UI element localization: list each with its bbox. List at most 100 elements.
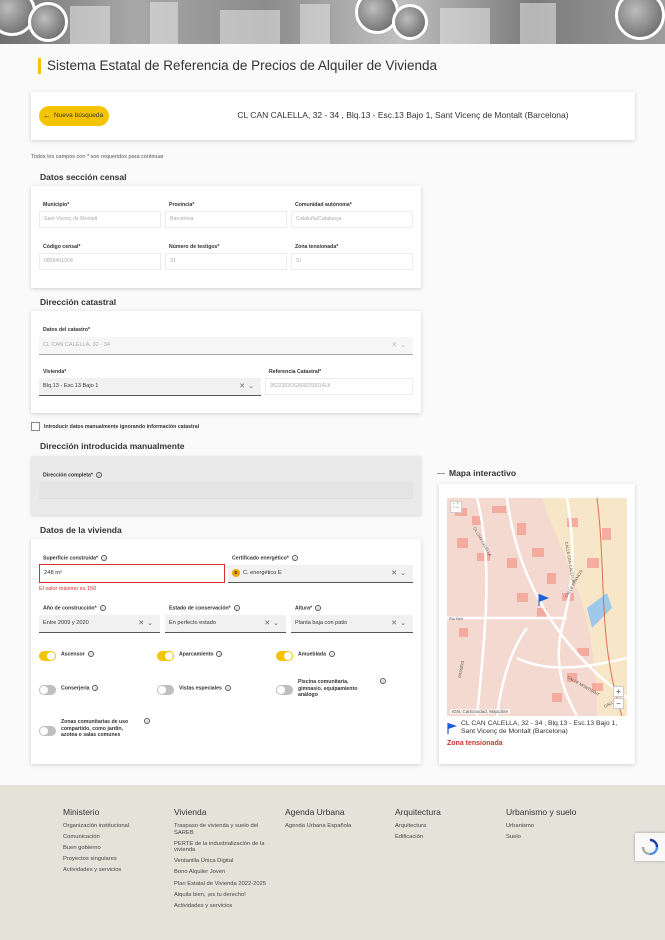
help-icon[interactable]: ? (233, 605, 240, 611)
footer-column-arquitectura: Arquitectura Arquitectura Edificación (395, 807, 505, 845)
help-icon[interactable]: ? (328, 651, 335, 657)
chevron-down-icon[interactable]: ⌄ (273, 620, 282, 627)
map-tiles: CL CAN CALELLA CALLE CAN CALELLA CALLE F… (447, 498, 627, 716)
clear-icon[interactable]: ✕ (391, 342, 400, 349)
map-attribution[interactable]: IGN, Cartociudad, MapLibre (450, 709, 511, 714)
selected-address: CL CAN CALELLA, 32 - 34 , Blq.13 - Esc.1… (237, 110, 569, 120)
footer-link[interactable]: Urbanismo (506, 823, 616, 830)
census-section-title: Datos sección censal (40, 172, 127, 182)
ascensor-toggle[interactable] (39, 651, 56, 661)
housing-card: Superficie construida* ? 248 m² El valor… (31, 539, 421, 764)
aparcamiento-toggle[interactable] (157, 651, 174, 661)
map-title-line (437, 473, 445, 474)
clear-icon[interactable]: ✕ (391, 570, 400, 577)
chevron-down-icon[interactable]: ⌄ (400, 620, 409, 627)
zoom-out-button[interactable]: − (613, 698, 624, 709)
certificado-value: C. energético E (243, 570, 282, 576)
footer-link[interactable]: Organización institucional (63, 823, 173, 830)
direccion-completa-input[interactable] (39, 482, 413, 499)
vistas-toggle[interactable] (157, 685, 174, 695)
footer-link[interactable]: Edificación (395, 834, 505, 841)
referencia-label: Referencia Catastral* (269, 369, 322, 375)
footer-column-urbanismo: Urbanismo y suelo Urbanismo Suelo (506, 807, 616, 845)
help-icon[interactable]: ? (87, 651, 94, 657)
footer-link[interactable]: Ventanilla Única Digital (174, 858, 274, 865)
manual-address-card: Dirección completa* ? (31, 456, 421, 515)
chevron-down-icon[interactable]: ⌄ (248, 383, 257, 390)
zonas-comunitarias-toggle[interactable] (39, 726, 56, 736)
help-icon[interactable]: ? (314, 605, 321, 611)
footer-heading: Agenda Urbana (285, 807, 345, 817)
new-search-label: Nueva búsqueda (54, 112, 104, 119)
footer-link[interactable]: Plan Estatal de Vivienda 2022-2025 (174, 881, 274, 888)
footer-link[interactable]: Traspaso de vivienda y suelo del SAREB (174, 823, 274, 836)
recaptcha-badge[interactable] (635, 833, 665, 861)
amueblada-label: Amueblada ? (298, 651, 335, 658)
help-icon[interactable]: ? (216, 651, 223, 657)
help-icon[interactable]: ? (291, 555, 298, 561)
vistas-label: Vistas especiales ? (179, 685, 231, 692)
conserjeria-toggle[interactable] (39, 685, 56, 695)
footer-link[interactable]: Comunicación (63, 834, 173, 841)
footer-link[interactable]: Arquitectura (395, 823, 505, 830)
census-card: Municipio* Sant Vicenç de Montalt Provin… (31, 186, 421, 288)
help-icon[interactable]: ? (224, 685, 231, 691)
estado-label: Estado de conservación* ? (169, 605, 240, 612)
provincia-label: Provincia* (169, 202, 195, 208)
map-address: CL CAN CALELLA, 32 - 34 , Blq.13 - Esc.1… (461, 720, 618, 735)
footer-link[interactable]: PERTE de la industrialización de la vivi… (174, 841, 274, 854)
clear-icon[interactable]: ✕ (138, 620, 147, 627)
help-icon[interactable]: ? (99, 605, 106, 611)
amueblada-toggle[interactable] (276, 651, 293, 661)
testigos-label: Número de testigos* (169, 244, 220, 250)
estado-select[interactable]: En perfecto estado ✕⌄ (165, 615, 286, 633)
footer-heading: Arquitectura (395, 807, 441, 817)
help-icon[interactable]: ? (144, 718, 150, 724)
footer-link[interactable]: Buen gobierno (63, 845, 173, 852)
help-icon[interactable]: ? (100, 555, 107, 561)
address-search-card: ← Nueva búsqueda CL CAN CALELLA, 32 - 34… (31, 92, 635, 140)
fullscreen-icon[interactable]: ⛶ (450, 501, 462, 513)
help-icon[interactable]: ? (95, 472, 102, 478)
footer-link[interactable]: Suelo (506, 834, 616, 841)
clear-icon[interactable]: ✕ (391, 620, 400, 627)
manual-entry-checkbox[interactable] (31, 422, 40, 431)
datos-catastro-value: CL CAN CALELLA, 32 - 34 (43, 342, 110, 348)
anio-value: Entre 2009 y 2020 (43, 620, 89, 626)
conserjeria-label: Conserjería ? (61, 685, 99, 692)
datos-catastro-select[interactable]: CL CAN CALELLA, 32 - 34 ✕⌄ (39, 337, 413, 355)
footer-link[interactable]: Bono Alquiler Joven (174, 869, 274, 876)
new-search-button[interactable]: ← Nueva búsqueda (39, 106, 110, 126)
testigos-field: 31 (165, 253, 287, 270)
interactive-map[interactable]: CL CAN CALELLA CALLE CAN CALELLA CALLE F… (447, 498, 627, 716)
superficie-input[interactable]: 248 m² (39, 564, 225, 583)
anio-select[interactable]: Entre 2009 y 2020 ✕⌄ (39, 615, 160, 633)
comunidad-field: Cataluña/Catalunya (291, 211, 413, 228)
anio-label: Año de construcción* ? (43, 605, 106, 612)
vivienda-select[interactable]: Blq.13 - Esc.13 Bajo 1 ✕⌄ (39, 378, 261, 396)
required-fields-note: Todos los campos con * son requeridos pa… (31, 154, 164, 160)
chevron-down-icon[interactable]: ⌄ (400, 342, 409, 349)
footer-link[interactable]: Proyectos singulares (63, 856, 173, 863)
street-label: Riu Bell (449, 616, 463, 621)
zoom-in-button[interactable]: + (613, 686, 624, 697)
footer-link[interactable]: Agenda Urbana Española (285, 823, 395, 830)
clear-icon[interactable]: ✕ (264, 620, 273, 627)
chevron-down-icon[interactable]: ⌄ (147, 620, 156, 627)
footer-link[interactable]: Alquila bien, ¡es tu derecho! (174, 892, 274, 899)
clear-icon[interactable]: ✕ (239, 383, 248, 390)
chevron-down-icon[interactable]: ⌄ (400, 570, 409, 577)
certificado-select[interactable]: E C. energético E ✕⌄ (228, 565, 413, 583)
help-icon[interactable]: ? (92, 685, 99, 691)
piscina-toggle[interactable] (276, 685, 293, 695)
ascensor-label: Ascensor ? (61, 651, 94, 658)
certificado-label: Certificado energético* ? (232, 555, 298, 562)
recaptcha-icon (641, 838, 659, 856)
help-icon[interactable]: ? (380, 678, 386, 684)
map-card: CL CAN CALELLA CALLE CAN CALELLA CALLE F… (439, 484, 635, 764)
footer-heading: Vivienda (174, 807, 207, 817)
footer-link[interactable]: Actividades y servicios (174, 903, 274, 910)
referencia-field: 9522203DG5092S0014LK (265, 378, 413, 395)
altura-select[interactable]: Planta baja con patio ✕⌄ (291, 615, 413, 633)
footer-link[interactable]: Actividades y servicios (63, 867, 173, 874)
